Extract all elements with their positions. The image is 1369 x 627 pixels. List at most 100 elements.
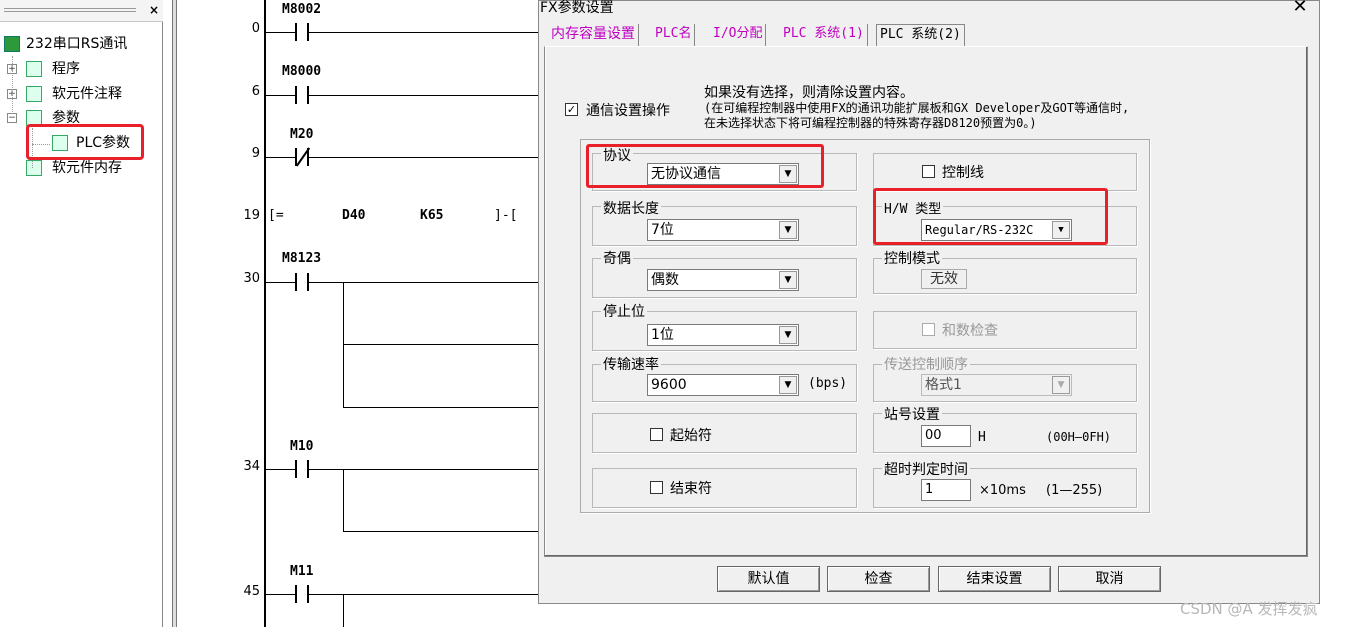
note-line: 如果没有选择，则清除设置内容。 bbox=[704, 85, 914, 101]
start-char-label: 起始符 bbox=[670, 428, 712, 444]
baud-unit: (bps) bbox=[808, 376, 848, 391]
note-line: (在可编程控制器中使用FX的通讯功能扩展板和GX Developer及GOT等通… bbox=[704, 101, 1130, 115]
contact-device: M8002 bbox=[282, 2, 322, 17]
tree-item-device-memory[interactable]: 软元件内存 bbox=[0, 157, 160, 179]
tab-plc-name[interactable]: PLC名 bbox=[652, 24, 696, 46]
tree-titlebar bbox=[0, 0, 163, 22]
highlight-protocol bbox=[586, 144, 824, 188]
dropdown-arrow-icon[interactable]: ▼ bbox=[779, 221, 797, 239]
dropdown-arrow-icon[interactable]: ▼ bbox=[779, 271, 797, 289]
end-char-group bbox=[592, 468, 857, 508]
end-char-label: 结束符 bbox=[670, 481, 712, 497]
program-icon bbox=[26, 61, 42, 77]
transfer-seq-value: 格式1 bbox=[925, 377, 962, 393]
tab-plc-system-1[interactable]: PLC 系统(1) bbox=[780, 24, 868, 46]
tree-item-label: 软元件注释 bbox=[52, 86, 122, 102]
project-icon bbox=[4, 36, 20, 52]
station-label: 站号设置 bbox=[882, 404, 942, 424]
transfer-seq-label: 传送控制顺序 bbox=[882, 354, 970, 374]
baud-value: 9600 bbox=[651, 377, 687, 393]
comm-settings-checkbox[interactable]: ✓ bbox=[565, 103, 578, 116]
tree-item-device-comment[interactable]: + 软元件注释 bbox=[0, 83, 160, 105]
contact-no[interactable] bbox=[295, 23, 309, 41]
tab-memory-capacity[interactable]: 内存容量设置 bbox=[548, 24, 639, 46]
contact-device: M8123 bbox=[282, 251, 322, 266]
baud-select[interactable]: 9600 ▼ bbox=[647, 374, 799, 396]
contact-device: M8000 bbox=[282, 64, 322, 79]
collapse-icon[interactable]: − bbox=[7, 113, 17, 123]
dropdown-arrow-icon[interactable]: ▼ bbox=[779, 326, 797, 344]
dialog-title: FX参数设置 bbox=[540, 0, 614, 16]
watermark: CSDN @A 发挥发疯 bbox=[1180, 600, 1318, 618]
comment-icon bbox=[26, 86, 42, 102]
default-button[interactable]: 默认值 bbox=[717, 566, 820, 592]
step-number: 0 bbox=[251, 21, 260, 36]
sum-check-label: 和数检查 bbox=[942, 323, 998, 339]
station-range: (00H—0FH) bbox=[1046, 430, 1112, 444]
contact-no[interactable] bbox=[295, 273, 309, 291]
contact-no[interactable] bbox=[295, 86, 309, 104]
contact-device: M20 bbox=[290, 127, 314, 142]
close-icon[interactable]: ✕ bbox=[1290, 0, 1310, 17]
start-char-group bbox=[592, 413, 857, 453]
stop-bit-label: 停止位 bbox=[601, 301, 647, 321]
end-char-checkbox[interactable] bbox=[650, 481, 663, 494]
step-number: 34 bbox=[243, 459, 260, 474]
timeout-input[interactable]: 1 bbox=[921, 479, 971, 501]
tree-close-icon[interactable]: × bbox=[146, 3, 162, 18]
parity-select[interactable]: 偶数 ▼ bbox=[647, 269, 799, 291]
control-line-checkbox[interactable] bbox=[922, 165, 935, 178]
data-length-label: 数据长度 bbox=[601, 198, 661, 218]
timeout-label: 超时判定时间 bbox=[882, 459, 970, 479]
control-mode-label: 控制模式 bbox=[882, 248, 942, 268]
station-input[interactable]: 00 bbox=[921, 425, 971, 447]
tab-plc-system-2[interactable]: PLC 系统(2) bbox=[876, 24, 965, 46]
tree-root[interactable]: 232串口RS通讯 bbox=[0, 33, 160, 55]
step-number: 30 bbox=[243, 271, 260, 286]
tree-item-program[interactable]: + 程序 bbox=[0, 58, 160, 80]
compare-close: ]-[ bbox=[494, 208, 518, 223]
station-unit: H bbox=[978, 430, 986, 445]
contact-no[interactable] bbox=[295, 460, 309, 478]
control-line-label: 控制线 bbox=[942, 165, 984, 181]
tree-root-label: 232串口RS通讯 bbox=[26, 36, 128, 52]
note-line: 在未选择状态下将可编程控制器的特殊寄存器D8120预置为0。) bbox=[704, 116, 1037, 130]
tree-item-label: 软元件内存 bbox=[52, 160, 122, 176]
compare-operand-2: K65 bbox=[420, 208, 444, 223]
contact-no[interactable] bbox=[295, 585, 309, 603]
data-length-select[interactable]: 7位 ▼ bbox=[647, 219, 799, 241]
transfer-seq-select[interactable]: 格式1 ▼ bbox=[921, 374, 1072, 396]
compare-open: [= bbox=[268, 208, 284, 223]
comm-settings-label: 通信设置操作 bbox=[586, 103, 670, 119]
step-number: 19 bbox=[243, 208, 260, 223]
highlight-hw-type bbox=[873, 188, 1108, 245]
stop-bit-select[interactable]: 1位 ▼ bbox=[647, 324, 799, 346]
finish-settings-button[interactable]: 结束设置 bbox=[938, 566, 1051, 592]
ladder-splitter[interactable] bbox=[172, 0, 177, 627]
cancel-button[interactable]: 取消 bbox=[1058, 566, 1161, 592]
baud-label: 传输速率 bbox=[601, 354, 661, 374]
start-char-checkbox[interactable] bbox=[650, 428, 663, 441]
tab-io-assignment[interactable]: I/O分配 bbox=[710, 24, 767, 46]
dropdown-arrow-icon[interactable]: ▼ bbox=[1052, 376, 1070, 394]
step-number: 9 bbox=[251, 146, 260, 161]
contact-device: M11 bbox=[290, 564, 314, 579]
sum-check-group bbox=[873, 311, 1137, 349]
sum-check-checkbox[interactable] bbox=[922, 323, 935, 336]
stop-bit-value: 1位 bbox=[651, 327, 674, 343]
dropdown-arrow-icon[interactable]: ▼ bbox=[779, 376, 797, 394]
background-strip bbox=[1321, 0, 1369, 627]
compare-operand-1: D40 bbox=[342, 208, 366, 223]
tree-item-label: 程序 bbox=[52, 61, 80, 77]
timeout-unit: ×10ms bbox=[979, 483, 1026, 498]
check-button[interactable]: 检查 bbox=[827, 566, 930, 592]
data-length-value: 7位 bbox=[651, 222, 674, 238]
control-mode-value: 无效 bbox=[921, 269, 967, 289]
parity-label: 奇偶 bbox=[601, 248, 633, 268]
device-memory-icon bbox=[26, 160, 42, 176]
highlight-plc-parameter bbox=[26, 124, 144, 160]
comm-note: 如果没有选择，则清除设置内容。 (在可编程控制器中使用FX的通讯功能扩展板和GX… bbox=[704, 86, 1129, 131]
step-number: 6 bbox=[251, 84, 260, 99]
contact-device: M10 bbox=[290, 439, 314, 454]
step-number: 45 bbox=[243, 584, 260, 599]
